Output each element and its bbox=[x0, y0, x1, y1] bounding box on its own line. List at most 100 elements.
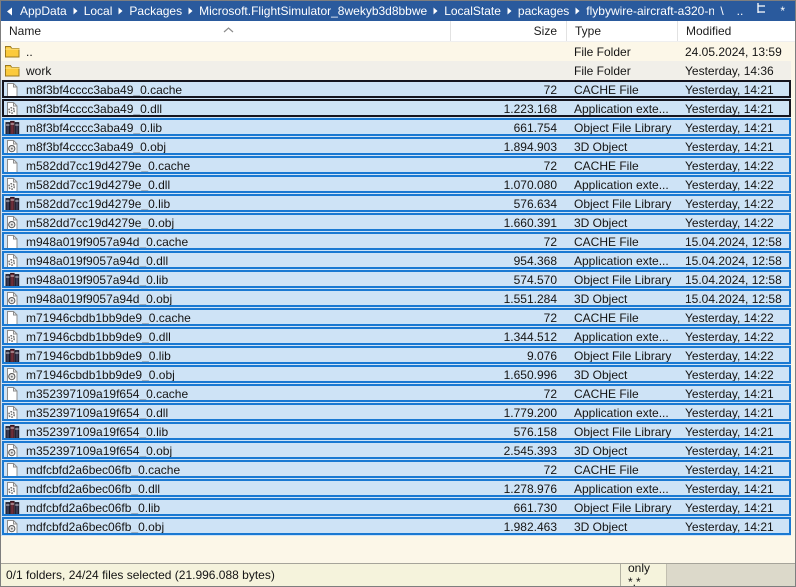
file-name: m352397109a19f654_0.dll bbox=[26, 406, 168, 420]
file-type: 3D Object bbox=[566, 292, 677, 306]
favorites-button[interactable]: * bbox=[780, 1, 785, 21]
file-row[interactable]: m352397109a19f654_0.lib576.158Object Fil… bbox=[1, 422, 791, 441]
breadcrumb-separator-icon[interactable] bbox=[72, 7, 79, 15]
chevron-left-icon[interactable] bbox=[1, 7, 15, 16]
column-header-type[interactable]: Type bbox=[566, 21, 677, 41]
file-row[interactable]: mdfcbfd2a6bec06fb_0.lib661.730Object Fil… bbox=[1, 498, 791, 517]
file-name: .. bbox=[26, 45, 33, 59]
file-row[interactable]: m8f3bf4cccc3aba49_0.obj1.894.9033D Objec… bbox=[1, 137, 791, 156]
file-row[interactable]: m352397109a19f654_0.cache72CACHE FileYes… bbox=[1, 384, 791, 403]
file-type: File Folder bbox=[566, 64, 677, 78]
file-type: Object File Library bbox=[566, 501, 677, 515]
breadcrumb-segment[interactable]: Packages bbox=[124, 4, 187, 18]
file-row[interactable]: m71946cbdb1bb9de9_0.lib9.076Object File … bbox=[1, 346, 791, 365]
file-type: File Folder bbox=[566, 45, 677, 59]
file-row[interactable]: m71946cbdb1bb9de9_0.obj1.650.9963D Objec… bbox=[1, 365, 791, 384]
file-size: 576.158 bbox=[450, 425, 566, 439]
file-row[interactable]: m948a019f9057a94d_0.lib574.570Object Fil… bbox=[1, 270, 791, 289]
file-type: 3D Object bbox=[566, 140, 677, 154]
file-row[interactable]: m582dd7cc19d4279e_0.dll1.070.080Applicat… bbox=[1, 175, 791, 194]
file-type: 3D Object bbox=[566, 520, 677, 534]
file-row[interactable]: m71946cbdb1bb9de9_0.dll 1.344.512Applicat… bbox=[1, 327, 791, 346]
file-row[interactable]: m8f3bf4cccc3aba49_0.dll1.223.168Applicat… bbox=[1, 99, 791, 118]
breadcrumb-segment[interactable]: AppData bbox=[15, 4, 72, 18]
file-name-cell: m8f3bf4cccc3aba49_0.obj bbox=[1, 139, 450, 155]
status-panel bbox=[666, 564, 795, 586]
file-type: Application exte... bbox=[566, 330, 677, 344]
file-row[interactable]: m948a019f9057a94d_0.cache72CACHE File15.… bbox=[1, 232, 791, 251]
column-header-modified[interactable]: Modified bbox=[677, 21, 791, 41]
breadcrumb-separator-icon[interactable] bbox=[117, 7, 124, 15]
file-modified: Yesterday, 14:22 bbox=[677, 159, 791, 173]
file-name-cell: m352397109a19f654_0.dll bbox=[1, 405, 450, 421]
file-row[interactable]: m582dd7cc19d4279e_0.lib576.634Object Fil… bbox=[1, 194, 791, 213]
filter-label[interactable]: only *.* bbox=[621, 564, 666, 586]
file-row[interactable]: workFile FolderYesterday, 14:36 bbox=[1, 61, 791, 80]
file-row[interactable]: m352397109a19f654_0.dll1.779.200Applicat… bbox=[1, 403, 791, 422]
file-row[interactable]: mdfcbfd2a6bec06fb_0.dll1.278.976Applicat… bbox=[1, 479, 791, 498]
file-size: 72 bbox=[450, 463, 566, 477]
file-modified: Yesterday, 14:21 bbox=[677, 83, 791, 97]
file-name-cell: mdfcbfd2a6bec06fb_0.cache bbox=[1, 462, 450, 478]
file-row[interactable]: mdfcbfd2a6bec06fb_0.obj1.982.4633D Objec… bbox=[1, 517, 791, 536]
file-size: 954.368 bbox=[450, 254, 566, 268]
file-row[interactable]: m352397109a19f654_0.obj2.545.3933D Objec… bbox=[1, 441, 791, 460]
document-icon bbox=[4, 310, 20, 326]
breadcrumb-separator-icon[interactable] bbox=[574, 7, 581, 15]
file-row[interactable]: m948a019f9057a94d_0.dll954.368Applicatio… bbox=[1, 251, 791, 270]
obj-icon bbox=[4, 519, 20, 535]
dll-icon bbox=[4, 101, 20, 117]
breadcrumb-separator-icon[interactable] bbox=[187, 7, 194, 15]
column-header-row: Name Size Type Modified bbox=[1, 21, 795, 42]
file-name: m352397109a19f654_0.cache bbox=[26, 387, 188, 401]
file-name-cell: mdfcbfd2a6bec06fb_0.obj bbox=[1, 519, 450, 535]
file-size: 1.344.512 bbox=[450, 330, 566, 344]
file-name-cell: m8f3bf4cccc3aba49_0.cache bbox=[1, 82, 450, 98]
file-type: CACHE File bbox=[566, 387, 677, 401]
column-header-size[interactable]: Size bbox=[450, 21, 566, 41]
file-row[interactable]: m71946cbdb1bb9de9_0.cache72CACHE FileYes… bbox=[1, 308, 791, 327]
file-name-cell: m948a019f9057a94d_0.cache bbox=[1, 234, 450, 250]
file-type: Application exte... bbox=[566, 178, 677, 192]
breadcrumb-segment[interactable]: Local bbox=[79, 4, 118, 18]
file-size: 1.551.284 bbox=[450, 292, 566, 306]
root-dir-button[interactable]: \ bbox=[720, 1, 723, 21]
file-row[interactable]: mdfcbfd2a6bec06fb_0.cache72CACHE FileYes… bbox=[1, 460, 791, 479]
file-row[interactable]: m8f3bf4cccc3aba49_0.lib661.754Object Fil… bbox=[1, 118, 791, 137]
file-name: m8f3bf4cccc3aba49_0.cache bbox=[26, 83, 182, 97]
file-row[interactable]: m582dd7cc19d4279e_0.cache72CACHE FileYes… bbox=[1, 156, 791, 175]
document-icon bbox=[4, 158, 20, 174]
breadcrumb-segment[interactable]: packages bbox=[513, 4, 574, 18]
file-row[interactable]: m8f3bf4cccc3aba49_0.cache72CACHE FileYes… bbox=[1, 80, 791, 99]
file-size: 1.650.996 bbox=[450, 368, 566, 382]
breadcrumb: AppData Local Packages Microsoft.FlightSimu… bbox=[15, 4, 714, 18]
document-icon bbox=[4, 82, 20, 98]
file-row[interactable]: ..File Folder24.05.2024, 13:59 bbox=[1, 42, 791, 61]
file-name-cell: m582dd7cc19d4279e_0.cache bbox=[1, 158, 450, 174]
file-size: 72 bbox=[450, 159, 566, 173]
file-size: 72 bbox=[450, 83, 566, 97]
folder-icon bbox=[4, 44, 20, 60]
breadcrumb-separator-icon[interactable] bbox=[506, 7, 513, 15]
dll-icon bbox=[4, 177, 20, 193]
breadcrumb-segment[interactable]: flybywire-aircraft-a320-neo bbox=[581, 4, 714, 18]
file-modified: Yesterday, 14:22 bbox=[677, 349, 791, 363]
breadcrumb-segment[interactable]: LocalState bbox=[439, 4, 506, 18]
file-name-cell: m948a019f9057a94d_0.lib bbox=[1, 272, 450, 288]
parent-dir-button[interactable]: .. bbox=[737, 1, 744, 21]
dir-tree-icon[interactable] bbox=[756, 1, 767, 21]
file-name: mdfcbfd2a6bec06fb_0.dll bbox=[26, 482, 160, 496]
status-bar: 0/1 folders, 24/24 files selected (21.99… bbox=[1, 563, 795, 586]
file-name: m71946cbdb1bb9de9_0.dll bbox=[26, 330, 171, 344]
path-toolbar: \ .. * bbox=[714, 1, 795, 21]
file-row[interactable]: m582dd7cc19d4279e_0.obj1.660.3913D Objec… bbox=[1, 213, 791, 232]
file-row[interactable]: m948a019f9057a94d_0.obj1.551.2843D Objec… bbox=[1, 289, 791, 308]
obj-icon bbox=[4, 139, 20, 155]
file-modified: Yesterday, 14:22 bbox=[677, 368, 791, 382]
file-size: 9.076 bbox=[450, 349, 566, 363]
breadcrumb-segment[interactable]: Microsoft.FlightSimulator_8wekyb3d8bbwe bbox=[194, 4, 432, 18]
file-name: mdfcbfd2a6bec06fb_0.obj bbox=[26, 520, 164, 534]
file-name: m582dd7cc19d4279e_0.cache bbox=[26, 159, 190, 173]
document-icon bbox=[4, 462, 20, 478]
breadcrumb-separator-icon[interactable] bbox=[432, 7, 439, 15]
